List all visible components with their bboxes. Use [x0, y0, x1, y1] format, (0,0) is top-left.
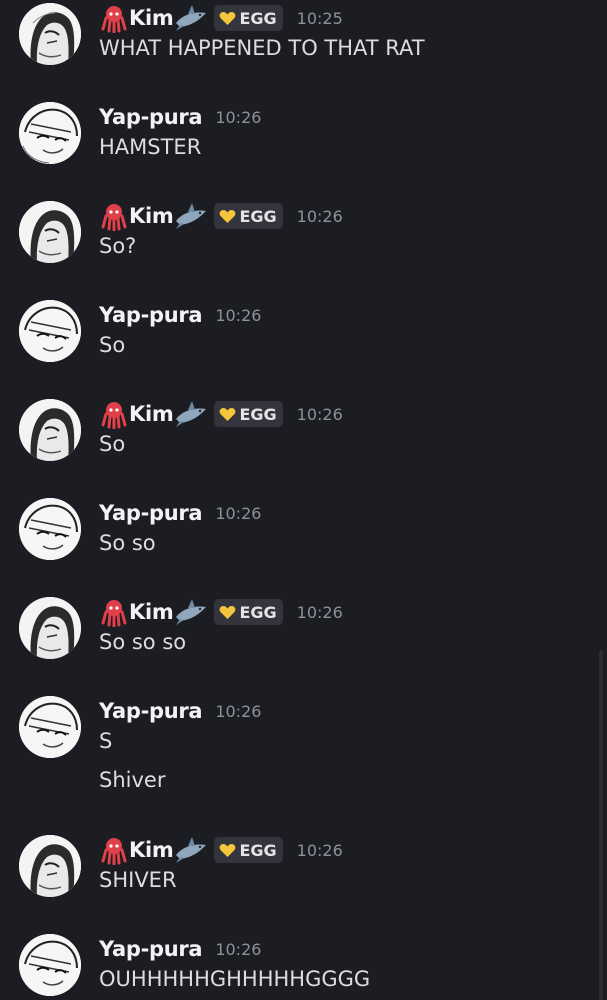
- username[interactable]: Yap-pura: [99, 937, 203, 961]
- message-item: Kim EGG 10:25 WHAT HAPPENED TO THAT RAT: [0, 3, 590, 93]
- shark-icon: [176, 599, 207, 625]
- avatar[interactable]: [19, 201, 81, 263]
- message-header: Yap-pura 10:26: [99, 300, 261, 330]
- message-header: Yap-pura 10:26: [99, 102, 261, 132]
- message-item: Yap-pura 10:26 S Shiver: [0, 696, 590, 806]
- message-text: SHIVER: [99, 868, 177, 892]
- gold-heart-icon: [220, 843, 236, 857]
- username[interactable]: Kim: [129, 204, 174, 228]
- kim-avatar-icon: [19, 201, 81, 263]
- yap-pura-avatar-icon: [19, 300, 81, 362]
- username[interactable]: Yap-pura: [99, 303, 203, 327]
- username[interactable]: Yap-pura: [99, 501, 203, 525]
- role-tag[interactable]: EGG: [214, 599, 283, 625]
- shark-icon: [176, 5, 207, 31]
- kim-avatar-icon: [19, 3, 81, 65]
- message-header: Yap-pura 10:26: [99, 498, 261, 528]
- octopus-icon: [101, 838, 127, 865]
- octopus-icon: [101, 204, 127, 231]
- message-header: Yap-pura 10:26: [99, 696, 261, 726]
- octopus-icon: [101, 600, 127, 627]
- message-text: WHAT HAPPENED TO THAT RAT: [99, 36, 425, 60]
- yap-pura-avatar-icon: [19, 498, 81, 560]
- timestamp[interactable]: 10:26: [215, 940, 261, 959]
- kim-avatar-icon: [19, 597, 81, 659]
- message-item: Yap-pura 10:26 So so: [0, 498, 590, 588]
- username[interactable]: Kim: [129, 600, 174, 624]
- message-header: Kim EGG 10:26: [99, 597, 343, 627]
- timestamp[interactable]: 10:26: [297, 405, 343, 424]
- message-item: Kim EGG 10:26 So: [0, 399, 590, 489]
- shark-icon: [176, 203, 207, 229]
- gold-heart-icon: [220, 209, 236, 223]
- avatar[interactable]: [19, 498, 81, 560]
- message-text: So: [99, 432, 126, 456]
- gold-heart-icon: [220, 605, 236, 619]
- octopus-icon: [101, 402, 127, 429]
- timestamp[interactable]: 10:26: [215, 702, 261, 721]
- message-text: Shiver: [99, 768, 166, 792]
- yap-pura-avatar-icon: [19, 102, 81, 164]
- shark-icon: [176, 837, 207, 863]
- timestamp[interactable]: 10:26: [297, 841, 343, 860]
- role-tag-label: EGG: [239, 840, 277, 860]
- scrollbar[interactable]: [599, 650, 603, 1000]
- avatar[interactable]: [19, 300, 81, 362]
- timestamp[interactable]: 10:25: [297, 9, 343, 28]
- username[interactable]: Yap-pura: [99, 699, 203, 723]
- message-item: Kim EGG 10:26 SHIVER: [0, 835, 590, 925]
- timestamp[interactable]: 10:26: [297, 207, 343, 226]
- message-header: Kim EGG 10:25: [99, 3, 343, 33]
- avatar[interactable]: [19, 102, 81, 164]
- avatar[interactable]: [19, 835, 81, 897]
- message-text: So so: [99, 531, 156, 555]
- message-header: Yap-pura 10:26: [99, 934, 261, 964]
- message-text: OUHHHHHGHHHHHGGGG: [99, 967, 371, 991]
- avatar[interactable]: [19, 399, 81, 461]
- avatar[interactable]: [19, 934, 81, 996]
- gold-heart-icon: [220, 407, 236, 421]
- kim-avatar-icon: [19, 835, 81, 897]
- message-header: Kim EGG 10:26: [99, 835, 343, 865]
- avatar[interactable]: [19, 597, 81, 659]
- username[interactable]: Kim: [129, 402, 174, 426]
- role-tag-label: EGG: [239, 206, 277, 226]
- username[interactable]: Kim: [129, 6, 174, 30]
- message-item: Kim EGG 10:26 So so so: [0, 597, 590, 687]
- role-tag[interactable]: EGG: [214, 203, 283, 229]
- role-tag[interactable]: EGG: [214, 5, 283, 31]
- message-text: HAMSTER: [99, 135, 202, 159]
- avatar[interactable]: [19, 3, 81, 65]
- message-text: S: [99, 729, 113, 753]
- role-tag[interactable]: EGG: [214, 837, 283, 863]
- timestamp[interactable]: 10:26: [297, 603, 343, 622]
- message-text: So so so: [99, 630, 187, 654]
- shark-icon: [176, 401, 207, 427]
- message-item: Kim EGG 10:26 So?: [0, 201, 590, 291]
- message-text: So?: [99, 234, 137, 258]
- message-header: Kim EGG 10:26: [99, 201, 343, 231]
- timestamp[interactable]: 10:26: [215, 108, 261, 127]
- message-item: Yap-pura 10:26 OUHHHHHGHHHHHGGGG: [0, 934, 590, 1000]
- username[interactable]: Yap-pura: [99, 105, 203, 129]
- message-item: Yap-pura 10:26 So: [0, 300, 590, 390]
- timestamp[interactable]: 10:26: [215, 504, 261, 523]
- role-tag-label: EGG: [239, 404, 277, 424]
- avatar[interactable]: [19, 696, 81, 758]
- yap-pura-avatar-icon: [19, 934, 81, 996]
- kim-avatar-icon: [19, 399, 81, 461]
- message-text: So: [99, 333, 126, 357]
- message-item: Yap-pura 10:26 HAMSTER: [0, 102, 590, 192]
- role-tag-label: EGG: [239, 602, 277, 622]
- gold-heart-icon: [220, 11, 236, 25]
- role-tag-label: EGG: [239, 8, 277, 28]
- message-header: Kim EGG 10:26: [99, 399, 343, 429]
- role-tag[interactable]: EGG: [214, 401, 283, 427]
- octopus-icon: [101, 6, 127, 33]
- yap-pura-avatar-icon: [19, 696, 81, 758]
- username[interactable]: Kim: [129, 838, 174, 862]
- timestamp[interactable]: 10:26: [215, 306, 261, 325]
